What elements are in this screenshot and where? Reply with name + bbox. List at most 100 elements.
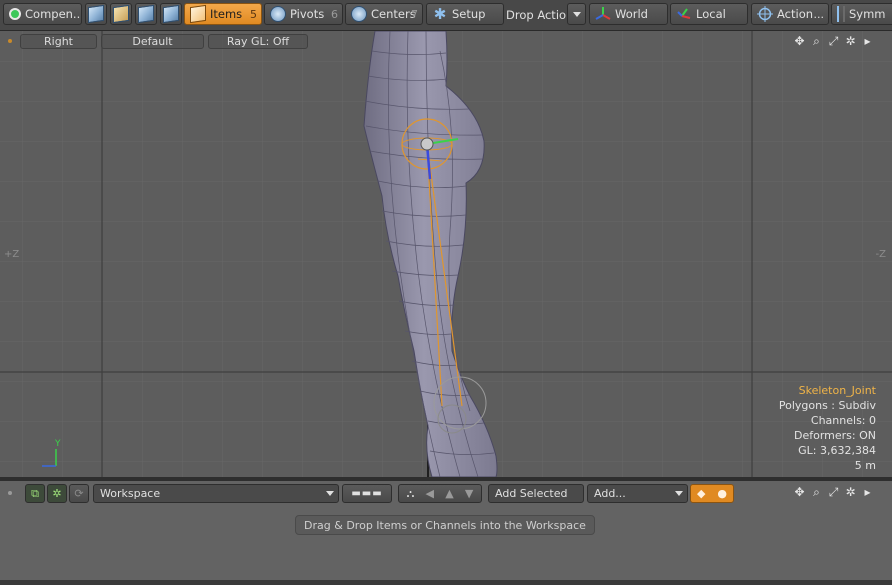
centers-label: Centers bbox=[371, 7, 416, 21]
viewport-header: Right Default Ray GL: Off ✥ ⌕ ⤢ ✲ ▸ bbox=[0, 31, 892, 51]
add-selected-button[interactable]: Add Selected bbox=[488, 484, 584, 503]
deformers-info: Deformers: ON bbox=[794, 429, 876, 442]
workspace-menu-dot[interactable] bbox=[8, 491, 12, 495]
drop-action-label: Drop Action bbox=[506, 8, 574, 22]
selected-item-name: Skeleton_Joint bbox=[798, 384, 876, 397]
add-node-icon: ⧉ bbox=[31, 486, 39, 500]
chevron-down-icon bbox=[326, 491, 334, 496]
chevron-down-icon bbox=[572, 11, 581, 17]
arrow-up-icon[interactable]: ▲ bbox=[445, 487, 453, 500]
centers-shortcut: 7 bbox=[411, 7, 418, 21]
workspace-selector[interactable]: Workspace bbox=[93, 484, 339, 503]
axis-label-plus-z: +Z bbox=[4, 249, 20, 260]
components-label: Compen... bbox=[25, 7, 82, 21]
action-label: Action bbox=[777, 7, 814, 21]
gear-icon[interactable]: ✲ bbox=[844, 486, 857, 499]
viewport-canvas bbox=[0, 31, 892, 477]
centers-icon bbox=[351, 6, 367, 22]
items-label: Items bbox=[210, 7, 243, 21]
world-label: World bbox=[615, 7, 648, 21]
viewport-info-overlay: Skeleton_Joint Polygons : Subdiv Channel… bbox=[779, 383, 876, 473]
items-mode-button[interactable]: Items 5 bbox=[184, 3, 262, 25]
pan-icon[interactable]: ✥ bbox=[793, 486, 806, 499]
shading-style-dropdown[interactable]: Default bbox=[101, 34, 204, 49]
grid-layout-button[interactable]: ▬▬▬ bbox=[342, 484, 392, 503]
chevron-down-icon bbox=[675, 491, 683, 496]
maximize-icon[interactable]: ⤢ bbox=[827, 486, 840, 499]
pivots-icon bbox=[270, 6, 286, 22]
world-axes-icon bbox=[595, 6, 611, 22]
pivots-shortcut: 6 bbox=[331, 7, 338, 21]
polygons-info: Polygons : Subdiv bbox=[778, 399, 876, 412]
setup-mode-button[interactable]: ✱ Setup bbox=[426, 3, 504, 25]
top-toolbar: Compen... Items 5 Pivots 6 Centers 7 ✱ S… bbox=[0, 0, 892, 31]
zoom-icon[interactable]: ⌕ bbox=[810, 486, 823, 499]
add-assembly-button[interactable]: ✲ bbox=[47, 484, 67, 503]
edges-icon bbox=[113, 4, 129, 24]
action-more: ... bbox=[813, 7, 825, 21]
centers-mode-button[interactable]: Centers 7 bbox=[345, 3, 423, 25]
keyframe-diamond-icon[interactable]: ◆ bbox=[697, 487, 705, 500]
refresh-icon: ⟳ bbox=[74, 487, 84, 500]
channels-info: Channels: 0 bbox=[810, 414, 876, 427]
setup-label: Setup bbox=[452, 7, 486, 21]
view-type-dropdown[interactable]: Right bbox=[20, 34, 97, 49]
play-arrow-icon[interactable]: ▸ bbox=[861, 486, 874, 499]
play-arrow-icon[interactable]: ▸ bbox=[861, 35, 874, 48]
edges-mode-button[interactable] bbox=[110, 3, 132, 25]
axis-gizmo-y-label: Y bbox=[55, 439, 61, 449]
hierarchy-icon[interactable]: ⛬ bbox=[407, 487, 415, 501]
polygons-mode-button[interactable] bbox=[135, 3, 157, 25]
vertices-mode-button[interactable] bbox=[85, 3, 107, 25]
view-distance: 5 m bbox=[854, 459, 876, 472]
schematic-workspace-panel: ⧉ ✲ ⟳ Workspace ▬▬▬ ⛬ ◀ ▲ ▼ Add Selected… bbox=[0, 481, 892, 585]
add-node-button[interactable]: ⧉ bbox=[25, 484, 45, 503]
keyframe-toggle-buttons[interactable]: ◆ ● bbox=[690, 484, 734, 503]
pan-icon[interactable]: ✥ bbox=[793, 35, 806, 48]
action-center-button[interactable]: Action ... bbox=[751, 3, 829, 25]
workspace-selector-value: Workspace bbox=[100, 487, 161, 500]
window-bottom-edge bbox=[0, 580, 892, 585]
local-label: Local bbox=[696, 7, 726, 21]
viewport-menu-dot[interactable] bbox=[8, 39, 12, 43]
viewport-nav-icons: ✥ ⌕ ⤢ ✲ ▸ bbox=[793, 35, 874, 48]
symmetry-button[interactable]: Symm bbox=[831, 3, 892, 25]
add-dropdown[interactable]: Add... bbox=[587, 484, 688, 503]
vertices-icon bbox=[88, 4, 104, 24]
node-arrange-buttons: ⛬ ◀ ▲ ▼ bbox=[398, 484, 482, 503]
zoom-icon[interactable]: ⌕ bbox=[810, 35, 823, 48]
workspace-nav-icons: ✥ ⌕ ⤢ ✲ ▸ bbox=[793, 486, 874, 499]
local-axes-icon bbox=[676, 6, 692, 22]
workspace-toolbar: ⧉ ✲ ⟳ Workspace ▬▬▬ ⛬ ◀ ▲ ▼ Add Selected… bbox=[0, 481, 892, 505]
gl-poly-count: GL: 3,632,384 bbox=[798, 444, 876, 457]
add-dropdown-label: Add... bbox=[594, 487, 626, 500]
raygl-toggle[interactable]: Ray GL: Off bbox=[208, 34, 308, 49]
polygons-icon bbox=[138, 4, 154, 24]
pivots-label: Pivots bbox=[290, 7, 325, 21]
3d-viewport[interactable]: Right Default Ray GL: Off ✥ ⌕ ⤢ ✲ ▸ +Z -… bbox=[0, 31, 892, 477]
materials-icon bbox=[163, 4, 179, 24]
symmetry-icon bbox=[837, 6, 845, 22]
arrow-down-icon[interactable]: ▼ bbox=[465, 487, 473, 500]
gear-plus-icon: ✲ bbox=[52, 487, 62, 500]
drop-action-dropdown[interactable] bbox=[567, 3, 586, 25]
setup-icon: ✱ bbox=[433, 5, 447, 23]
materials-mode-button[interactable] bbox=[160, 3, 182, 25]
items-shortcut: 5 bbox=[250, 7, 257, 21]
components-icon bbox=[9, 8, 21, 20]
world-space-button[interactable]: World bbox=[589, 3, 668, 25]
local-space-button[interactable]: Local bbox=[670, 3, 748, 25]
grid-layout-icon: ▬▬▬ bbox=[351, 488, 383, 499]
gear-icon[interactable]: ✲ bbox=[844, 35, 857, 48]
items-icon bbox=[190, 4, 206, 24]
symmetry-label: Symm bbox=[849, 7, 886, 21]
components-mode-button[interactable]: Compen... bbox=[3, 3, 82, 25]
maximize-icon[interactable]: ⤢ bbox=[827, 35, 840, 48]
axis-label-minus-z: -Z bbox=[875, 249, 886, 260]
pivots-mode-button[interactable]: Pivots 6 bbox=[264, 3, 343, 25]
action-center-icon bbox=[757, 6, 773, 22]
arrow-left-icon[interactable]: ◀ bbox=[426, 487, 434, 500]
refresh-button[interactable]: ⟳ bbox=[69, 484, 89, 503]
keyframe-circle-icon[interactable]: ● bbox=[717, 487, 727, 500]
workspace-drop-hint: Drag & Drop Items or Channels into the W… bbox=[295, 515, 595, 535]
